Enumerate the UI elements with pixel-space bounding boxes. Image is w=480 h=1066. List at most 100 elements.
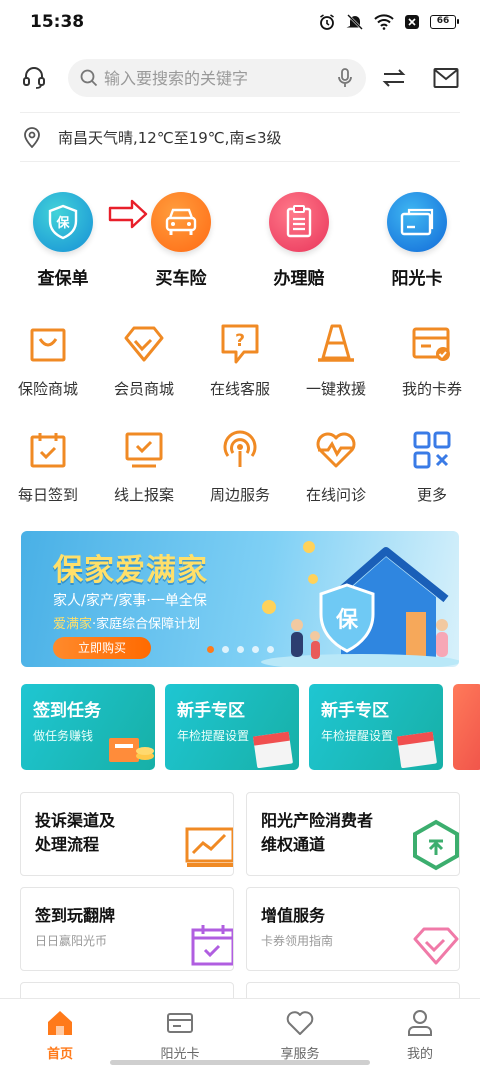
bottom-tab-bar: 首页 阳光卡 享服务 我的 — [0, 998, 480, 1066]
carousel-dot[interactable] — [222, 646, 229, 653]
grid-item-more[interactable]: 更多 — [384, 428, 480, 505]
main-item-claim[interactable]: 办理赔 — [240, 192, 358, 289]
tab-home[interactable]: 首页 — [5, 999, 115, 1066]
red-arrow-annotation — [108, 199, 148, 229]
coupon-icon — [410, 322, 454, 366]
shield-badge-text: 保 — [335, 608, 358, 633]
status-icons: 66 — [318, 13, 459, 31]
grid-item-nearby-service[interactable]: 周边服务 — [192, 428, 288, 505]
main-item-policy[interactable]: 保 查保单 — [4, 192, 122, 289]
tab-mine[interactable]: 我的 — [365, 999, 475, 1066]
task-title: 新手专区 — [177, 701, 245, 721]
grid-label: 线上报案 — [113, 486, 174, 504]
diamond-pink-icon — [413, 927, 459, 965]
user-icon — [408, 1010, 432, 1036]
shopping-bag-icon — [26, 322, 70, 366]
carousel-dot[interactable] — [252, 646, 259, 653]
tab-label: 我的 — [406, 1047, 433, 1062]
location-pin-icon — [24, 127, 40, 148]
service-card-complaint[interactable]: 投诉渠道及 处理流程 — [20, 792, 234, 876]
traffic-cone-icon — [314, 322, 358, 366]
microphone-icon[interactable] — [336, 68, 354, 88]
header — [0, 52, 480, 104]
wifi-icon — [374, 14, 394, 30]
task-card-partial[interactable] — [453, 684, 480, 770]
service-grid-row1: 保险商城 会员商城 ? 在线客服 一键救援 我的卡券 — [0, 322, 480, 399]
customer-service-icon[interactable] — [20, 64, 48, 92]
grid-item-my-coupons[interactable]: 我的卡券 — [384, 322, 480, 399]
search-box[interactable] — [68, 59, 366, 97]
grid-item-insurance-mall[interactable]: 保险商城 — [0, 322, 96, 399]
banner-title: 保家爱满家 — [53, 553, 208, 588]
task-title: 新手专区 — [321, 701, 389, 721]
banner-subtitle: 家人/家产/家事·一单全保 — [53, 593, 207, 609]
search-icon — [80, 69, 98, 87]
home-icon — [48, 1011, 72, 1035]
carousel-dot[interactable] — [267, 646, 274, 653]
tab-label: 首页 — [46, 1047, 73, 1062]
home-indicator — [110, 1060, 370, 1065]
heart-icon — [286, 1011, 314, 1035]
main-label-policy: 查保单 — [37, 269, 89, 289]
card-icon — [167, 1013, 193, 1033]
diamond-icon — [122, 322, 166, 366]
main-label-claim: 办理赔 — [273, 269, 325, 289]
service-card-value-added[interactable]: 增值服务 卡券领用指南 — [246, 887, 460, 971]
grid-label: 每日签到 — [17, 486, 78, 504]
weather-bar[interactable]: 南昌天气晴,12℃至19℃,南≤3级 — [20, 112, 460, 162]
task-card-checkin[interactable]: 签到任务 做任务赚钱 — [21, 684, 155, 770]
grid-item-rescue[interactable]: 一键救援 — [288, 322, 384, 399]
grid-item-online-consult[interactable]: 在线问诊 — [288, 428, 384, 505]
banner-highlight: 爱满家 — [53, 617, 93, 632]
grid-label: 会员商城 — [113, 380, 174, 398]
calendar-purple-icon — [191, 925, 233, 966]
status-bar: 15:38 66 — [0, 0, 480, 44]
grid-item-online-report[interactable]: 线上报案 — [96, 428, 192, 505]
hexagon-badge-icon — [413, 819, 459, 871]
tab-services[interactable]: 享服务 — [245, 999, 355, 1066]
svg-text:?: ? — [235, 331, 245, 351]
main-item-sun-card[interactable]: 阳光卡 — [358, 192, 476, 289]
service-title: 增值服务 — [261, 906, 326, 925]
location-signal-icon — [218, 428, 262, 472]
message-icon[interactable] — [432, 64, 460, 92]
car-icon — [151, 192, 211, 252]
calendar-check-icon — [26, 428, 70, 472]
buy-now-button[interactable]: 立即购买 — [53, 637, 151, 659]
chart-board-icon — [185, 827, 233, 867]
carousel-dot[interactable] — [207, 646, 214, 653]
service-card-consumer-rights[interactable]: 阳光产险消费者 维权通道 — [246, 792, 460, 876]
search-input[interactable] — [104, 68, 336, 88]
monitor-check-icon — [122, 428, 166, 472]
calendar-icon — [252, 731, 293, 768]
promo-banner[interactable]: 保 保家爱满家 家人/家产/家事·一单全保 爱满家·家庭综合保障计划 立即购买 — [21, 531, 459, 667]
grid-label: 在线问诊 — [305, 486, 366, 504]
service-grid-row2: 每日签到 线上报案 周边服务 在线问诊 更多 — [0, 428, 480, 505]
grid-item-online-service[interactable]: ? 在线客服 — [192, 322, 288, 399]
mute-icon — [346, 14, 363, 30]
grid-label: 一键救援 — [305, 380, 366, 398]
switch-icon[interactable] — [380, 64, 408, 92]
svg-text:保: 保 — [55, 215, 70, 231]
grid-item-member-mall[interactable]: 会员商城 — [96, 322, 192, 399]
tab-sun-card[interactable]: 阳光卡 — [125, 999, 235, 1066]
service-card-flip-card[interactable]: 签到玩翻牌 日日赢阳光币 — [20, 887, 234, 971]
main-label-car-insurance: 买车险 — [155, 269, 207, 289]
policy-icon: 保 — [33, 192, 93, 252]
banner-description: 爱满家·家庭综合保障计划 — [53, 613, 200, 632]
grid-label: 我的卡券 — [401, 380, 462, 398]
alarm-icon — [320, 14, 334, 30]
claim-icon — [269, 192, 329, 252]
task-cards: 签到任务 做任务赚钱 新手专区 年检提醒设置 新手专区 年检提醒设置 — [21, 684, 480, 770]
task-title: 签到任务 — [33, 701, 101, 721]
weather-text: 南昌天气晴,12℃至19℃,南≤3级 — [58, 128, 282, 147]
grid-label: 更多 — [416, 486, 447, 504]
grid-item-daily-checkin[interactable]: 每日签到 — [0, 428, 96, 505]
carousel-dot[interactable] — [237, 646, 244, 653]
task-card-newbie-2[interactable]: 新手专区 年检提醒设置 — [309, 684, 443, 770]
carousel-dots — [207, 646, 274, 653]
status-time: 15:38 — [30, 12, 85, 32]
coins-icon — [109, 738, 154, 762]
task-card-newbie-1[interactable]: 新手专区 年检提醒设置 — [165, 684, 299, 770]
calendar-icon — [396, 731, 437, 768]
